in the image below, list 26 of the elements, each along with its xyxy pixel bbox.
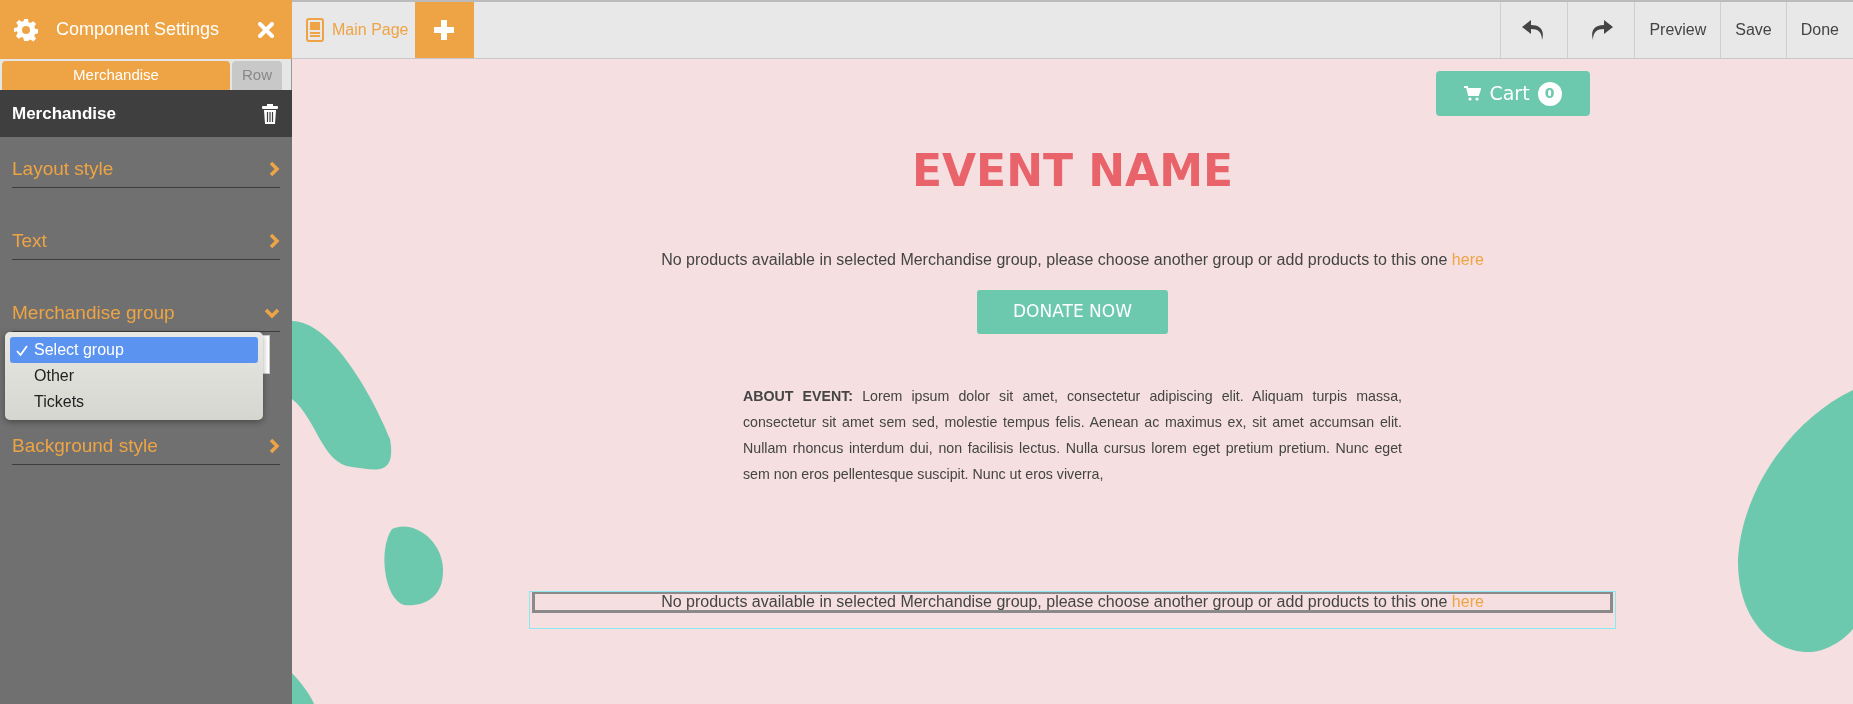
dropdown-option[interactable]: Other — [10, 363, 258, 389]
event-title: EVENT NAME — [911, 144, 1233, 198]
settings-item[interactable]: Text — [12, 209, 280, 260]
here-link[interactable]: here — [1451, 593, 1484, 610]
panel-tab[interactable]: Row — [232, 61, 282, 90]
gear-icon — [14, 17, 38, 42]
cart-button[interactable]: Cart 0 — [1436, 71, 1590, 116]
plus-icon — [433, 19, 455, 41]
trash-icon[interactable] — [262, 103, 278, 124]
image-page-icon — [306, 18, 324, 42]
settings-item[interactable]: Layout style — [12, 137, 280, 188]
empty-message: No products available in selected Merchandise group, please choose another group or add products to this one here — [660, 594, 1485, 610]
dropdown-option[interactable]: Tickets — [10, 389, 258, 415]
donate-button[interactable]: DONATE NOW — [977, 290, 1168, 334]
empty-message: No products available in selected Merchandise group, please choose another group or add products to this one here — [661, 250, 1484, 270]
blob-shape — [292, 673, 314, 704]
cart-icon — [1464, 86, 1482, 101]
panel-title: Component Settings — [56, 18, 221, 41]
page-tab[interactable]: Main Page — [292, 2, 415, 58]
dropdown-option[interactable]: Select group — [10, 337, 258, 363]
cart-count-badge: 0 — [1537, 81, 1562, 106]
here-link[interactable]: here — [1451, 251, 1484, 268]
about-paragraph: ABOUT EVENT: Lorem ipsum dolor sit amet, consectetur adipiscing elit. Aliquam turpis massa, consectetur sit amet sem sed, molestie tempus felis. Aenean ac maximus ex, sit amet accumsan elit. Nullam rhoncus interdum dui, non facilisis lectus. Nulla cursus lorem eget pretium pretium. Nunc eget sem non eros pellentesque suscipit. Nunc ut eros viverra, — [743, 387, 1402, 484]
section-title: Merchandise — [12, 102, 116, 125]
check-icon — [16, 345, 28, 356]
panel-tab[interactable]: Merchandise — [2, 61, 230, 90]
